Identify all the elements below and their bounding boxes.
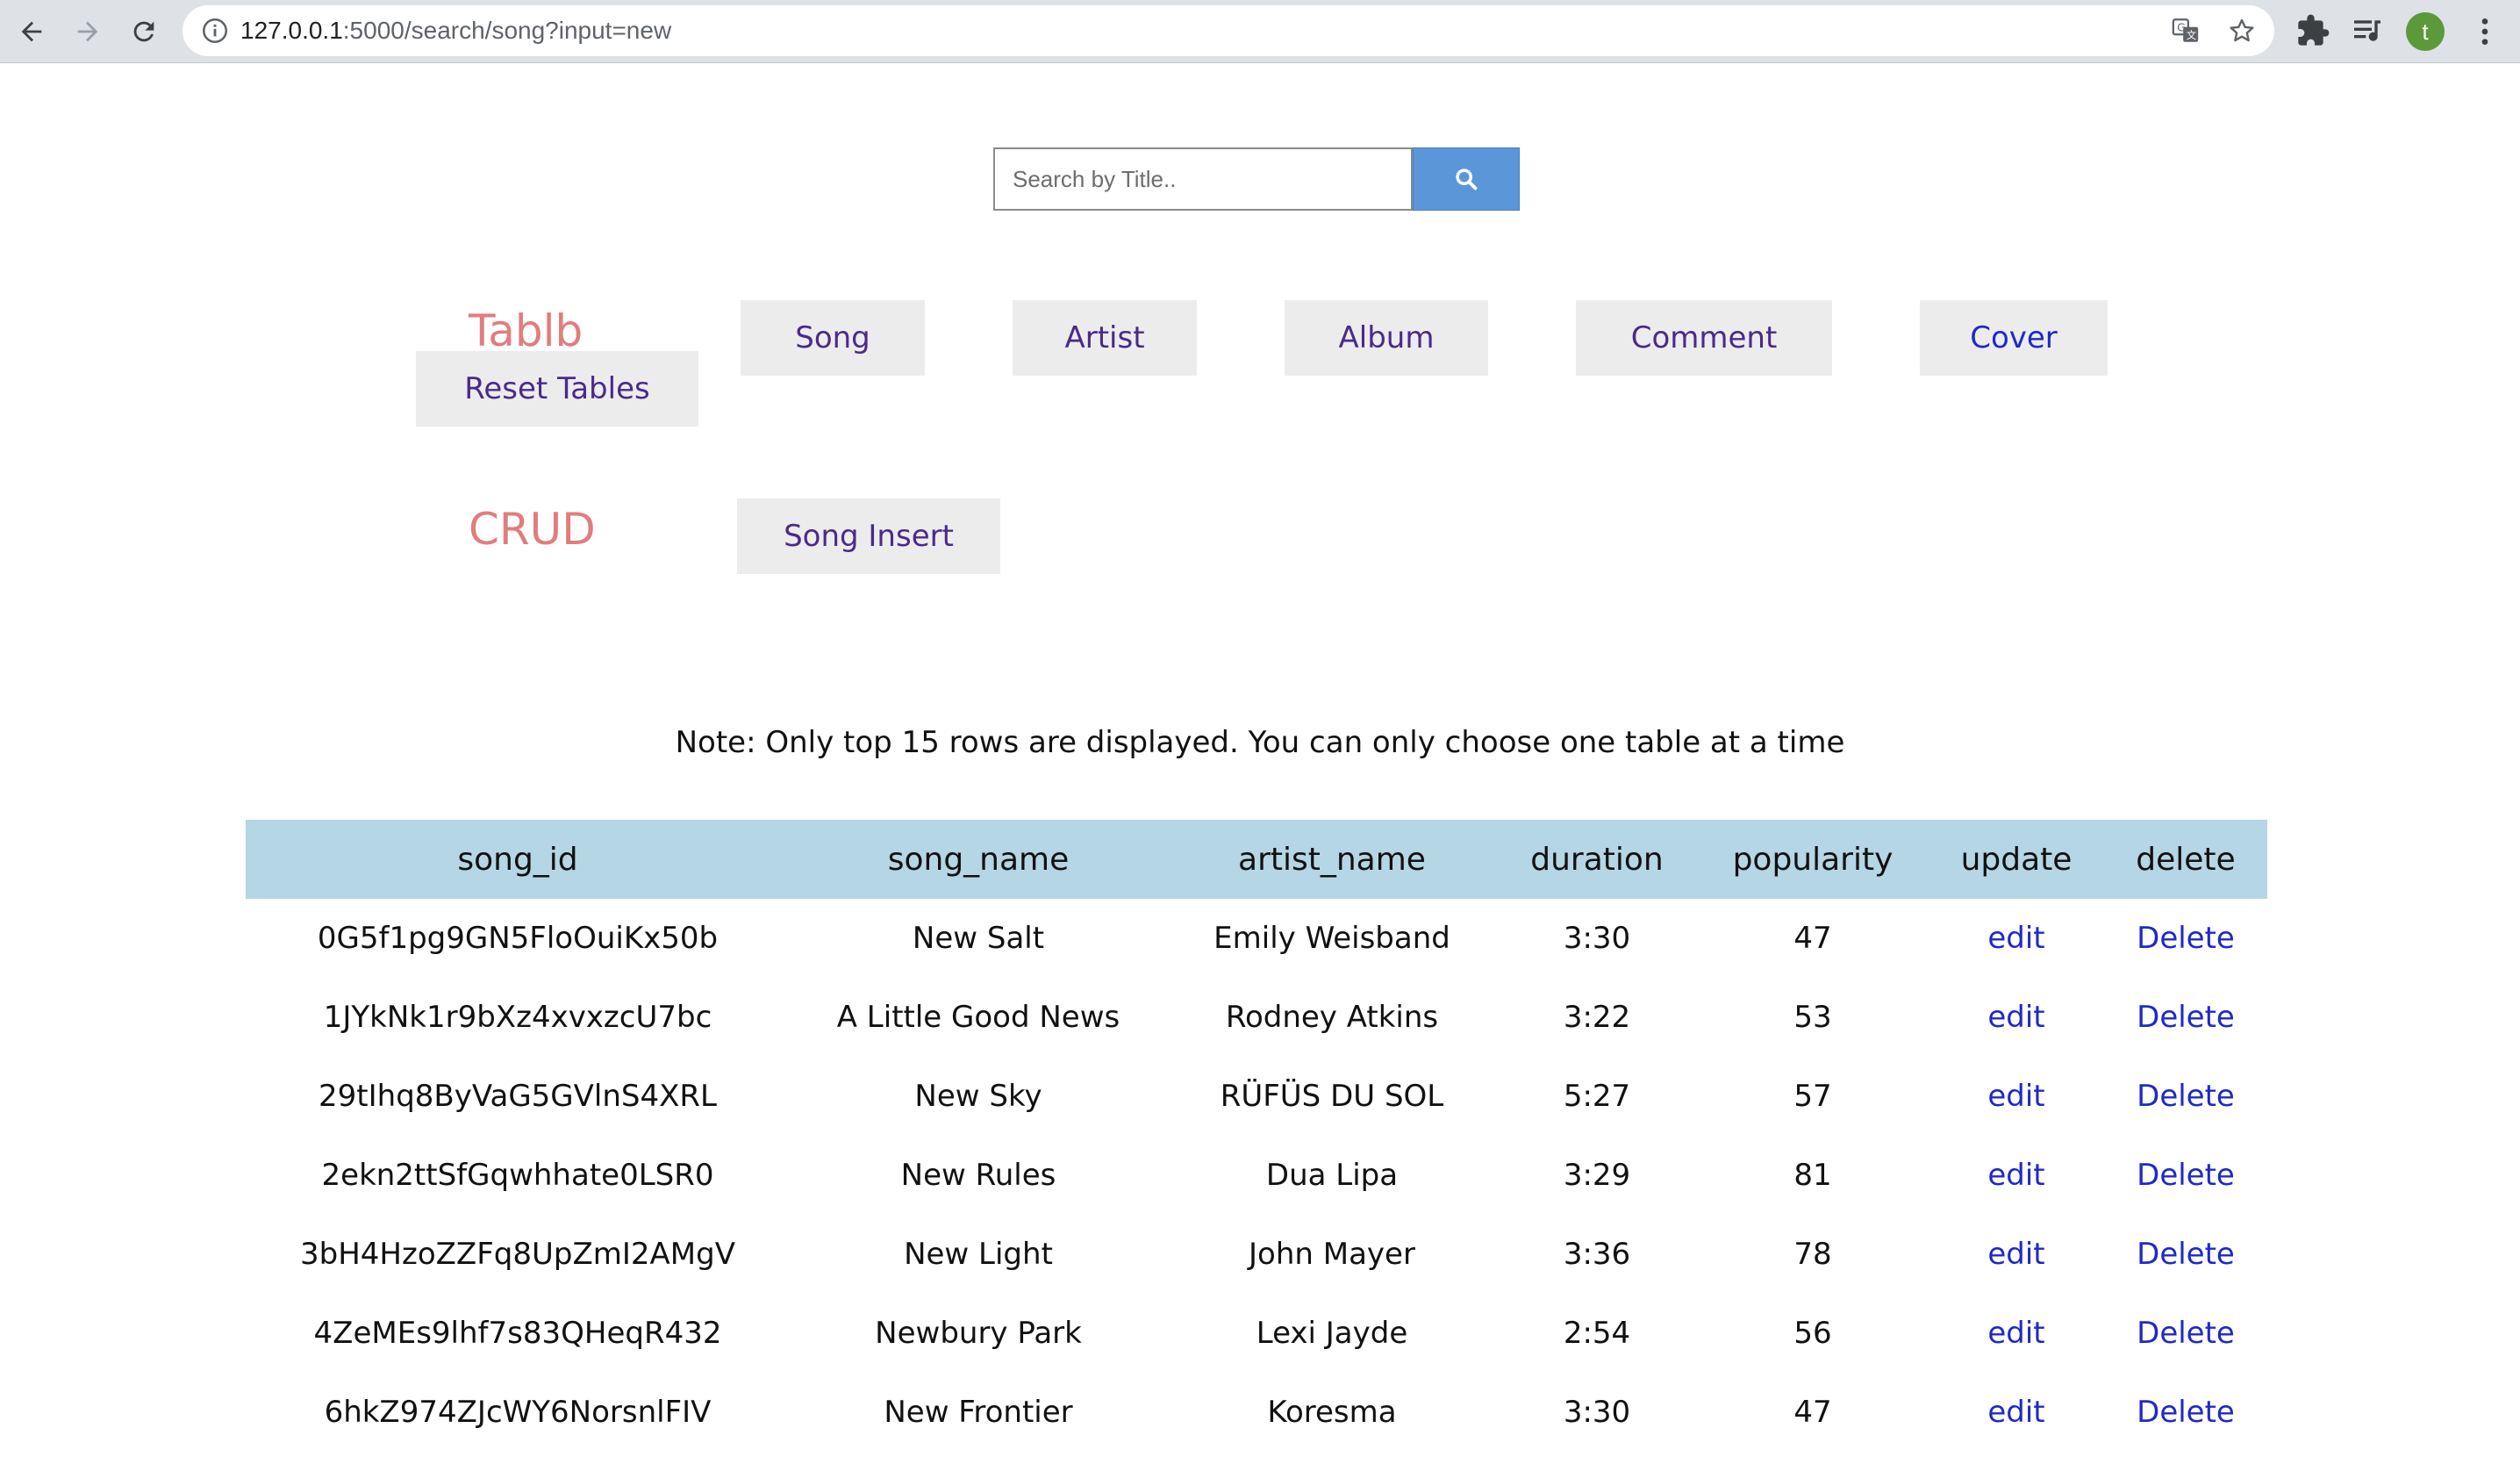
edit-link[interactable]: edit (1929, 978, 2104, 1057)
cell-artist-name: RÜFÜS DU SOL (1220, 1079, 1444, 1114)
cell-song-id: 0G5f1pg9GN5FloOuiKx50b (317, 921, 719, 956)
cell-song-name: New Sky (914, 1079, 1042, 1114)
cell-song-id: 4ZeMEs9lhf7s83QHeqR432 (313, 1316, 722, 1351)
search-button[interactable] (1413, 147, 1520, 211)
cell-song-name: Newbury Park (875, 1316, 1082, 1351)
tables-section-title: Tablb (469, 305, 583, 356)
edit-link[interactable]: edit (1929, 1136, 2104, 1215)
reload-icon (133, 21, 154, 42)
cell-popularity: 81 (1793, 1158, 1832, 1193)
cell-artist-name: Dua Lipa (1265, 1158, 1399, 1193)
column-header-popularity: popularity (1697, 820, 1929, 899)
column-header-delete: delete (2104, 820, 2267, 899)
delete-link[interactable]: Delete (2104, 1373, 2267, 1452)
edit-link[interactable]: edit (1929, 1294, 2104, 1373)
cell-popularity: 78 (1793, 1237, 1832, 1272)
table-row: 6hkZ974ZJcWY6NorsnlFIV New Frontier Kore… (246, 1373, 2267, 1452)
media-queue-icon[interactable] (2350, 13, 2385, 48)
reset-tables-button[interactable]: Reset Tables (416, 351, 698, 427)
arrow-right-icon (77, 21, 98, 42)
table-row: 2ekn2ttSfGqwhhate0LSR0 New Rules Dua Lip… (246, 1136, 2267, 1215)
cell-duration: 3:22 (1563, 1000, 1631, 1035)
puzzle-icon[interactable] (2295, 13, 2330, 48)
delete-link[interactable]: Delete (2104, 899, 2267, 978)
cell-duration: 3:30 (1563, 1395, 1631, 1430)
star-icon[interactable] (2227, 16, 2257, 46)
forward-button[interactable] (67, 11, 109, 53)
table-row: 1JYkNk1r9bXz4xvxzcU7bc A Little Good New… (246, 978, 2267, 1057)
column-header-song-id: song_id (246, 820, 790, 899)
cell-artist-name: Koresma (1267, 1395, 1397, 1430)
cell-popularity: 56 (1793, 1316, 1832, 1351)
profile-avatar[interactable]: t (2406, 12, 2445, 51)
cell-popularity: 47 (1793, 1395, 1832, 1430)
edit-link[interactable]: edit (1929, 899, 2104, 978)
song-insert-button[interactable]: Song Insert (737, 499, 1000, 574)
browser-toolbar: 127.0.0.1:5000/search/song?input=new G文 … (0, 0, 2520, 63)
results-note: Note: Only top 15 rows are displayed. Yo… (675, 725, 1845, 760)
cell-song-id: 1JYkNk1r9bXz4xvxzcU7bc (323, 1000, 712, 1035)
delete-link[interactable]: Delete (2104, 978, 2267, 1057)
table-header-row: song_id song_name artist_name duration p… (246, 820, 2267, 899)
cell-song-name: New Light (904, 1237, 1053, 1272)
delete-link[interactable]: Delete (2104, 1294, 2267, 1373)
edit-link[interactable]: edit (1929, 1057, 2104, 1136)
column-header-song-name: song_name (790, 820, 1167, 899)
delete-link[interactable]: Delete (2104, 1215, 2267, 1294)
table-button-cover[interactable]: Cover (1920, 300, 2108, 376)
cell-duration: 3:36 (1563, 1237, 1631, 1272)
cell-artist-name: Rodney Atkins (1225, 1000, 1439, 1035)
cell-song-id: 3bH4HzoZZFq8UpZmI2AMgV (300, 1237, 735, 1272)
cell-duration: 5:27 (1563, 1079, 1631, 1114)
cell-song-name: New Rules (900, 1158, 1056, 1193)
svg-text:文: 文 (2187, 29, 2196, 41)
cell-artist-name: John Mayer (1249, 1237, 1415, 1272)
url-host: 127.0.0.1 (240, 17, 343, 44)
results-table: song_id song_name artist_name duration p… (246, 820, 2267, 1452)
cell-song-id: 2ekn2ttSfGqwhhate0LSR0 (321, 1158, 714, 1193)
translate-icon[interactable]: G文 (2171, 16, 2201, 46)
arrow-left-icon (21, 21, 42, 42)
column-header-duration: duration (1497, 820, 1697, 899)
table-row: 3bH4HzoZZFq8UpZmI2AMgV New Light John Ma… (246, 1215, 2267, 1294)
table-row: 4ZeMEs9lhf7s83QHeqR432 Newbury Park Lexi… (246, 1294, 2267, 1373)
reload-button[interactable] (123, 11, 165, 53)
table-button-song[interactable]: Song (741, 300, 925, 376)
kebab-menu-icon[interactable] (2467, 14, 2502, 49)
url-text[interactable]: 127.0.0.1:5000/search/song?input=new (240, 14, 671, 47)
delete-link[interactable]: Delete (2104, 1136, 2267, 1215)
table-row: 0G5f1pg9GN5FloOuiKx50b New Salt Emily We… (246, 899, 2267, 978)
cell-song-name: A Little Good News (836, 1000, 1120, 1035)
search-input[interactable] (993, 147, 1413, 211)
cell-artist-name: Emily Weisband (1213, 921, 1450, 956)
address-bar[interactable]: 127.0.0.1:5000/search/song?input=new G文 (183, 5, 2274, 56)
info-icon[interactable] (200, 16, 230, 46)
cell-popularity: 53 (1793, 1000, 1832, 1035)
cell-artist-name: Lexi Jayde (1256, 1316, 1408, 1351)
delete-link[interactable]: Delete (2104, 1057, 2267, 1136)
cell-duration: 2:54 (1563, 1316, 1631, 1351)
column-header-update: update (1929, 820, 2104, 899)
cell-popularity: 57 (1793, 1079, 1832, 1114)
table-button-comment[interactable]: Comment (1576, 300, 1832, 376)
table-row: 29tIhq8ByVaG5GVlnS4XRL New Sky RÜFÜS DU … (246, 1057, 2267, 1136)
cell-song-id: 6hkZ974ZJcWY6NorsnlFIV (324, 1395, 712, 1430)
table-button-artist[interactable]: Artist (1013, 300, 1197, 376)
url-path: :5000/search/song?input=new (342, 17, 672, 44)
edit-link[interactable]: edit (1929, 1373, 2104, 1452)
search-icon (1456, 169, 1478, 190)
cell-popularity: 47 (1793, 921, 1832, 956)
edit-link[interactable]: edit (1929, 1215, 2104, 1294)
back-button[interactable] (11, 11, 53, 53)
cell-song-name: New Frontier (884, 1395, 1073, 1430)
cell-duration: 3:30 (1563, 921, 1631, 956)
column-header-artist-name: artist_name (1167, 820, 1497, 899)
cell-duration: 3:29 (1563, 1158, 1631, 1193)
cell-song-id: 29tIhq8ByVaG5GVlnS4XRL (319, 1079, 717, 1114)
cell-song-name: New Salt (912, 921, 1045, 956)
table-button-album[interactable]: Album (1285, 300, 1488, 376)
crud-section-title: CRUD (469, 504, 596, 555)
